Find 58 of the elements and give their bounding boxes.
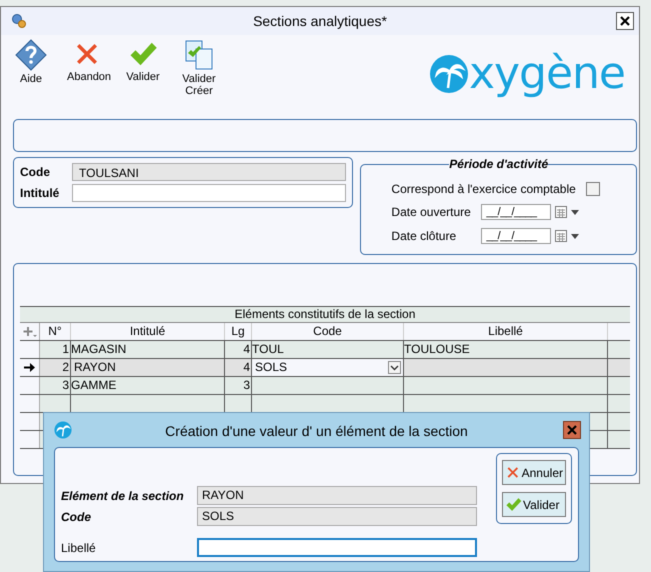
gears-icon — [11, 13, 27, 29]
field-label: Date ouverture — [391, 205, 472, 219]
dropdown-caret-icon[interactable] — [571, 234, 580, 238]
code-field[interactable]: SOLS — [197, 507, 477, 526]
table-cell[interactable]: SOLS — [252, 359, 404, 376]
checkmark-icon — [505, 496, 522, 513]
field-label: Code — [20, 165, 51, 179]
field-label: Elément de la section — [61, 488, 185, 502]
row-header[interactable] — [20, 359, 40, 376]
table-cell: MAGASIN — [71, 341, 225, 358]
toolbar-button[interactable]: Valider — [123, 39, 163, 83]
documents-check-icon — [183, 39, 215, 71]
row-pointer-icon — [24, 363, 35, 372]
table-cell: 1 — [40, 341, 71, 358]
code-field[interactable]: TOULSANI — [72, 163, 346, 181]
date-field[interactable]: __/__/____ — [481, 228, 552, 244]
dialog-button[interactable]: Valider — [502, 492, 566, 517]
column-header[interactable]: Intitulé — [71, 323, 225, 340]
close-icon — [620, 16, 630, 26]
intitule-field[interactable] — [72, 184, 346, 202]
checkbox[interactable] — [586, 182, 600, 196]
calendar-icon[interactable] — [555, 230, 568, 242]
column-header[interactable]: Libellé — [404, 323, 608, 340]
date-field[interactable]: __/__/____ — [481, 204, 552, 220]
field-label: Correspond à l'exercice comptable — [391, 182, 576, 196]
field-label: Libellé — [61, 540, 97, 554]
column-header[interactable]: Code — [252, 323, 404, 340]
dropdown-caret-icon[interactable] — [388, 361, 401, 374]
close-icon — [567, 425, 577, 435]
field-label: Code — [61, 510, 92, 524]
table-caption: Eléments constitutifs de la section — [20, 307, 630, 323]
close-button[interactable] — [616, 12, 634, 30]
toolbar-button[interactable]: Valider Créer — [179, 39, 219, 97]
toolbar-button[interactable]: Aide — [11, 39, 51, 85]
column-header[interactable]: Lg — [225, 323, 252, 340]
table-cell: 3 — [225, 377, 252, 394]
panel-title: Période d'activité — [449, 157, 548, 171]
dropdown-caret-icon[interactable] — [571, 210, 580, 214]
palm-o-icon — [428, 54, 469, 94]
field-label: Intitulé — [20, 186, 60, 200]
table-cell: 4 — [225, 341, 252, 358]
table-cell: TOUL — [252, 341, 404, 358]
element-field[interactable]: RAYON — [197, 486, 477, 505]
window-title: Sections analytiques* — [252, 13, 388, 29]
help-icon — [15, 39, 47, 71]
table-cell: RAYON — [71, 359, 225, 376]
table-cell: TOULOUSE — [404, 341, 608, 358]
table-cell: 3 — [40, 377, 71, 394]
palm-icon — [54, 421, 72, 439]
add-row-icon[interactable] — [22, 326, 36, 338]
calendar-icon[interactable] — [555, 206, 568, 218]
column-header[interactable]: N° — [40, 323, 71, 340]
dialog-button[interactable]: Annuler — [502, 460, 566, 485]
table-cell: GAMME — [71, 377, 225, 394]
field-label: Date clôture — [391, 229, 458, 243]
libelle-field[interactable] — [197, 538, 477, 557]
dialog-title: Création d'une valeur d' un élément de la section — [164, 423, 469, 439]
table-cell: 2 — [40, 359, 71, 376]
